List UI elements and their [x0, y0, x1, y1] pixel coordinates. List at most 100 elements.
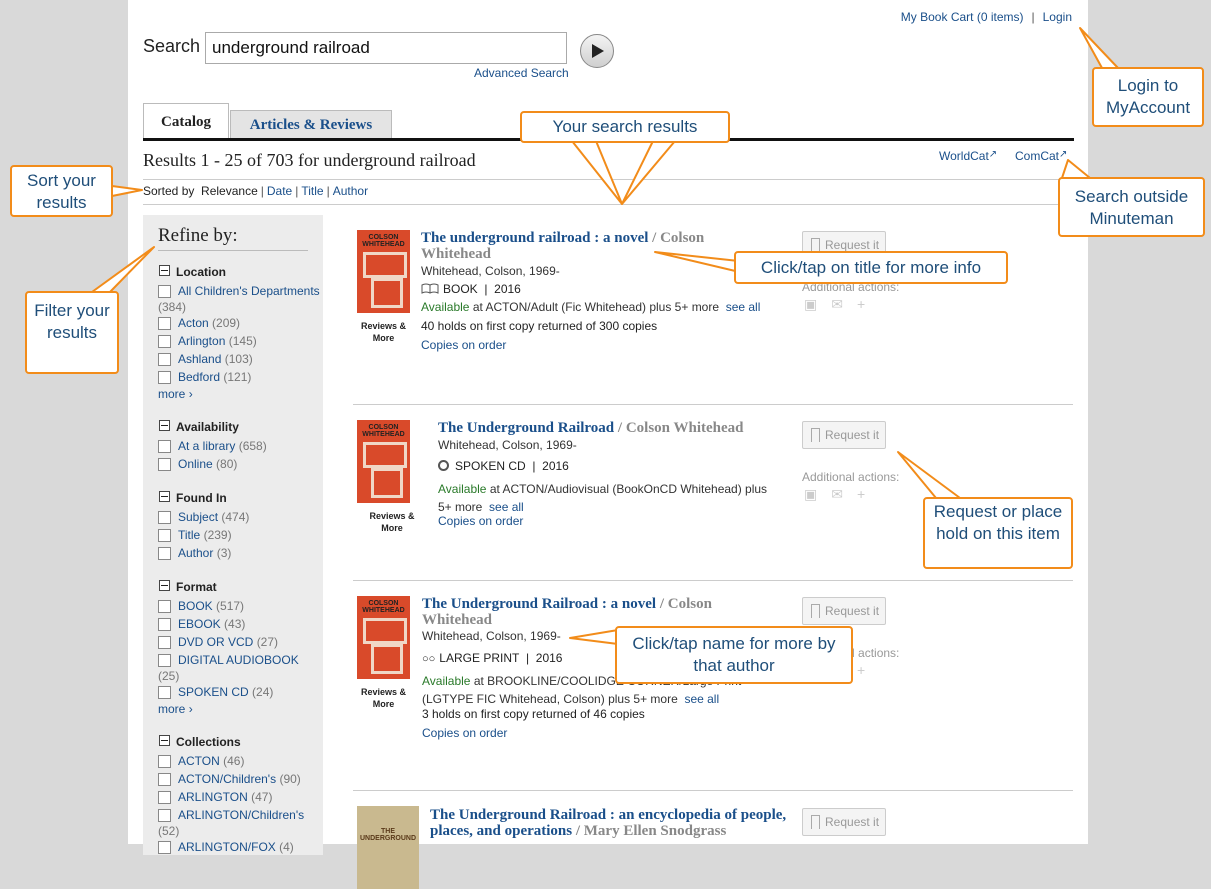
add-icon[interactable]: +	[857, 486, 879, 502]
search-input[interactable]	[205, 32, 567, 64]
see-all-link[interactable]: see all	[684, 692, 719, 706]
book-cover[interactable]: COLSON WHITEHEAD	[357, 596, 410, 679]
facet-link[interactable]: SPOKEN CD	[178, 685, 249, 699]
email-icon[interactable]: ✉	[831, 486, 857, 502]
facet-foundin-heading[interactable]: Found In	[159, 491, 227, 505]
sort-date-link[interactable]: Date	[267, 184, 292, 198]
facet-link[interactable]: DVD OR VCD	[178, 635, 253, 649]
see-all-link[interactable]: see all	[726, 300, 761, 314]
sort-title-link[interactable]: Title	[301, 184, 323, 198]
result-title[interactable]: The Underground Railroad : a novel / Col…	[422, 596, 762, 628]
checkbox[interactable]	[158, 335, 171, 348]
facet-link[interactable]: ACTON	[178, 754, 220, 768]
facet-link[interactable]: At a library	[178, 439, 235, 453]
checkbox[interactable]	[158, 285, 171, 298]
facet-item[interactable]: DVD OR VCD (27)	[158, 634, 320, 650]
facet-link[interactable]: ARLINGTON/FOX	[178, 840, 276, 854]
tab-articles-reviews[interactable]: Articles & Reviews	[230, 110, 392, 139]
facet-item[interactable]: EBOOK (43)	[158, 616, 320, 632]
facet-availability-heading[interactable]: Availability	[159, 420, 239, 434]
book-cover[interactable]: THE UNDERGROUND	[357, 806, 419, 889]
checkbox[interactable]	[158, 841, 171, 854]
author-link[interactable]: Whitehead, Colson, 1969-	[421, 262, 560, 280]
checkbox[interactable]	[158, 353, 171, 366]
request-it-button[interactable]: Request it	[802, 808, 886, 836]
copies-on-order-link[interactable]: Copies on order	[422, 724, 507, 742]
facet-location-heading[interactable]: Location	[159, 265, 226, 279]
basket-icon[interactable]: ▣	[804, 296, 831, 312]
facet-link[interactable]: BOOK	[178, 599, 213, 613]
checkbox[interactable]	[158, 458, 171, 471]
facet-item[interactable]: ARLINGTON (47)	[158, 789, 320, 805]
checkbox[interactable]	[158, 618, 171, 631]
book-cart-link[interactable]: My Book Cart (0 items)	[901, 10, 1024, 24]
facet-item[interactable]: SPOKEN CD (24)	[158, 684, 320, 700]
title-link[interactable]: The Underground Railroad : a novel	[422, 596, 656, 612]
facet-link[interactable]: Acton	[178, 316, 209, 330]
facet-item[interactable]: Online (80)	[158, 456, 320, 472]
email-icon[interactable]: ✉	[831, 296, 857, 312]
sort-author-link[interactable]: Author	[333, 184, 368, 198]
request-it-button[interactable]: Request it	[802, 597, 886, 625]
checkbox[interactable]	[158, 636, 171, 649]
add-icon[interactable]: +	[857, 662, 879, 678]
tab-catalog[interactable]: Catalog	[143, 103, 229, 141]
reviews-more-link[interactable]: Reviews & More	[357, 320, 410, 344]
facet-link[interactable]: ARLINGTON	[178, 790, 248, 804]
facet-format-heading[interactable]: Format	[159, 580, 217, 594]
checkbox[interactable]	[158, 529, 171, 542]
facet-item[interactable]: Bedford (121)	[158, 369, 320, 385]
facet-link[interactable]: DIGITAL AUDIOBOOK	[178, 653, 299, 667]
facet-link[interactable]: ACTON/Children's	[178, 772, 276, 786]
checkbox[interactable]	[158, 773, 171, 786]
facet-link[interactable]: EBOOK	[178, 617, 221, 631]
checkbox[interactable]	[158, 440, 171, 453]
add-icon[interactable]: +	[857, 296, 879, 312]
basket-icon[interactable]: ▣	[804, 486, 831, 502]
checkbox[interactable]	[158, 547, 171, 560]
worldcat-link[interactable]: WorldCat↗	[939, 149, 997, 163]
result-title[interactable]: The Underground Railroad / Colson Whiteh…	[438, 420, 788, 436]
title-link[interactable]: The underground railroad : a novel	[421, 230, 648, 246]
reviews-more-link[interactable]: Reviews & More	[362, 510, 422, 534]
result-title[interactable]: The underground railroad : a novel / Col…	[421, 230, 761, 262]
checkbox[interactable]	[158, 600, 171, 613]
more-link[interactable]: more ›	[158, 387, 193, 401]
facet-item[interactable]: ACTON/Children's (90)	[158, 771, 320, 787]
request-it-button[interactable]: Request it	[802, 421, 886, 449]
facet-item[interactable]: DIGITAL AUDIOBOOK (25)	[158, 652, 320, 684]
facet-item[interactable]: Arlington (145)	[158, 333, 320, 349]
result-title[interactable]: The Underground Railroad : an encycloped…	[430, 807, 790, 839]
checkbox[interactable]	[158, 809, 171, 822]
checkbox[interactable]	[158, 371, 171, 384]
facet-link[interactable]: Bedford	[178, 370, 220, 384]
facet-item[interactable]: Subject (474)	[158, 509, 320, 525]
facet-link[interactable]: Arlington	[178, 334, 225, 348]
checkbox[interactable]	[158, 654, 171, 667]
search-go-button[interactable]	[580, 34, 614, 68]
facet-link[interactable]: Author	[178, 546, 213, 560]
facet-link[interactable]: All Children's Departments	[178, 284, 320, 298]
facet-item[interactable]: Title (239)	[158, 527, 320, 543]
author-link[interactable]: Whitehead, Colson, 1969-	[438, 436, 577, 454]
facet-link[interactable]: ARLINGTON/Children's	[178, 808, 304, 822]
facet-item[interactable]: BOOK (517)	[158, 598, 320, 614]
facet-link[interactable]: Ashland	[178, 352, 221, 366]
checkbox[interactable]	[158, 686, 171, 699]
checkbox[interactable]	[158, 317, 171, 330]
book-cover[interactable]: COLSON WHITEHEAD	[357, 230, 410, 313]
facet-item[interactable]: All Children's Departments (384)	[158, 283, 320, 315]
author-link[interactable]: Whitehead, Colson, 1969-	[422, 627, 561, 645]
title-link[interactable]: The Underground Railroad	[438, 420, 614, 436]
facet-collections-heading[interactable]: Collections	[159, 735, 241, 749]
facet-link[interactable]: Online	[178, 457, 213, 471]
facet-item[interactable]: Author (3)	[158, 545, 320, 561]
facet-item[interactable]: ARLINGTON/Children's (52)	[158, 807, 320, 839]
comcat-link[interactable]: ComCat↗	[1015, 149, 1067, 163]
facet-link[interactable]: Title	[178, 528, 200, 542]
login-link[interactable]: Login	[1043, 10, 1072, 24]
copies-on-order-link[interactable]: Copies on order	[438, 512, 523, 530]
advanced-search-link[interactable]: Advanced Search	[474, 66, 569, 80]
more-link[interactable]: more ›	[158, 702, 193, 716]
facet-item[interactable]: ACTON (46)	[158, 753, 320, 769]
